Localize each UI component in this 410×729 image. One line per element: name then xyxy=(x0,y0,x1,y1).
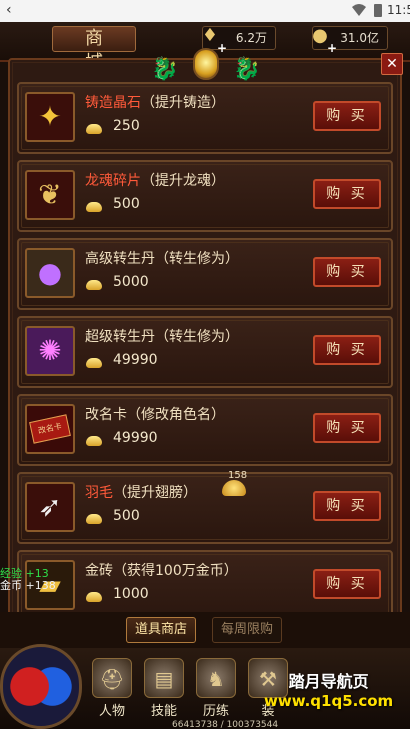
buy-button[interactable]: 购 买 xyxy=(313,413,381,443)
buy-button[interactable]: 购 买 xyxy=(313,179,381,209)
ingot-icon xyxy=(86,436,102,446)
item-name: 铸造晶石 xyxy=(85,95,141,111)
crystal-icon: ✦ xyxy=(25,92,75,142)
ingot-icon xyxy=(86,592,102,602)
watermark-title: 踏月导航页 xyxy=(288,672,369,691)
ingot-icon xyxy=(86,514,102,524)
shop-item: ✦ 铸造晶石（提升铸造） 250 购 买 xyxy=(17,82,393,154)
item-name: 金砖 xyxy=(85,563,113,579)
currency-gold-value: 31.0亿 xyxy=(340,31,379,45)
buy-button[interactable]: 购 买 xyxy=(313,335,381,365)
item-desc: （提升翅膀） xyxy=(113,485,197,501)
item-desc: （获得100万金币） xyxy=(113,563,238,579)
buy-button[interactable]: 购 买 xyxy=(313,569,381,599)
buy-button[interactable]: 购 买 xyxy=(313,101,381,131)
close-button[interactable]: ✕ xyxy=(381,53,403,75)
status-time: 11:53 xyxy=(387,3,410,17)
menu-label: 历练 xyxy=(202,704,229,719)
item-price: 1000 xyxy=(113,586,149,602)
item-desc: （提升龙魂） xyxy=(141,173,225,189)
hp-mp-orb xyxy=(0,644,82,729)
back-arrow-icon[interactable]: ‹ xyxy=(6,2,12,18)
item-name: 改名卡 xyxy=(85,407,127,423)
status-bar: ‹ 11:53 xyxy=(0,0,410,22)
ingot-icon xyxy=(86,124,102,134)
item-price: 49990 xyxy=(113,352,158,368)
currency-ingot-value: 6.2万 xyxy=(235,31,267,45)
shop-title: 商 城 xyxy=(52,26,136,73)
item-desc: （修改角色名） xyxy=(127,407,225,423)
ingot-icon xyxy=(86,358,102,368)
hp-value: 66413738 / 100373544 xyxy=(172,720,279,729)
shop-tabs: 道具商店 每周限购 xyxy=(0,612,410,648)
menu-label: 人物 xyxy=(98,704,125,719)
item-name: 龙魂碎片 xyxy=(85,173,141,189)
currency-gold[interactable]: ● + 31.0亿 xyxy=(312,25,388,55)
tab-weekly-limit[interactable]: 每周限购 xyxy=(212,617,282,643)
item-price: 500 xyxy=(113,196,140,212)
currency-ingot[interactable]: ♦ + 6.2万 xyxy=(202,25,276,55)
ingot-icon xyxy=(86,280,102,290)
buy-button[interactable]: 购 买 xyxy=(313,257,381,287)
menu-label: 技能 xyxy=(150,704,177,719)
battery-icon xyxy=(374,4,382,17)
shop-item: ➶ 羽毛（提升翅膀） 500 购 买 xyxy=(17,472,393,544)
feather-icon: ➶ xyxy=(25,482,75,532)
shop-item: ✺ 超级转生丹（转生修为） 49990 购 买 xyxy=(17,316,393,388)
training-button[interactable]: ♞ 历练 xyxy=(190,658,242,719)
character-button[interactable]: ⛑ 人物 xyxy=(86,658,138,719)
gold-gain: 金币 +138 xyxy=(0,579,56,592)
item-price: 49990 xyxy=(113,430,158,446)
item-price: 5000 xyxy=(113,274,149,290)
gem-icon xyxy=(193,48,219,80)
super-pill-icon: ✺ xyxy=(25,326,75,376)
item-name: 羽毛 xyxy=(85,485,113,501)
dragon-soul-icon: ❦ xyxy=(25,170,75,220)
shop-item: ● 高级转生丹（转生修为） 5000 购 买 xyxy=(17,238,393,310)
book-icon: ▤ xyxy=(144,658,184,698)
reward-log: 经验 +13 金币 +138 xyxy=(0,568,56,592)
wifi-icon xyxy=(352,4,366,16)
purple-pill-icon: ● xyxy=(25,248,75,298)
helmet-icon: ⛑ xyxy=(92,658,132,698)
buy-button[interactable]: 购 买 xyxy=(313,491,381,521)
item-price: 500 xyxy=(113,508,140,524)
rename-card-label: 改名卡 xyxy=(29,414,71,444)
shop-item: 改名卡 改名卡（修改角色名） 49990 购 买 xyxy=(17,394,393,466)
item-name: 超级转生丹 xyxy=(85,329,155,345)
rename-card-icon: 改名卡 xyxy=(25,404,75,454)
watermark-url: www.q1q5.com xyxy=(264,692,394,710)
watermark: 踏月导航页 www.q1q5.com xyxy=(264,668,393,710)
warrior-icon: ♞ xyxy=(196,658,236,698)
tab-item-shop[interactable]: 道具商店 xyxy=(126,617,196,643)
item-price: 250 xyxy=(113,118,140,134)
shop-item: ❦ 龙魂碎片（提升龙魂） 500 购 买 xyxy=(17,160,393,232)
item-desc: （转生修为） xyxy=(155,251,239,267)
ingot-icon xyxy=(86,202,102,212)
item-desc: （转生修为） xyxy=(155,329,239,345)
skills-button[interactable]: ▤ 技能 xyxy=(138,658,190,719)
item-name: 高级转生丹 xyxy=(85,251,155,267)
item-desc: （提升铸造） xyxy=(141,95,225,111)
